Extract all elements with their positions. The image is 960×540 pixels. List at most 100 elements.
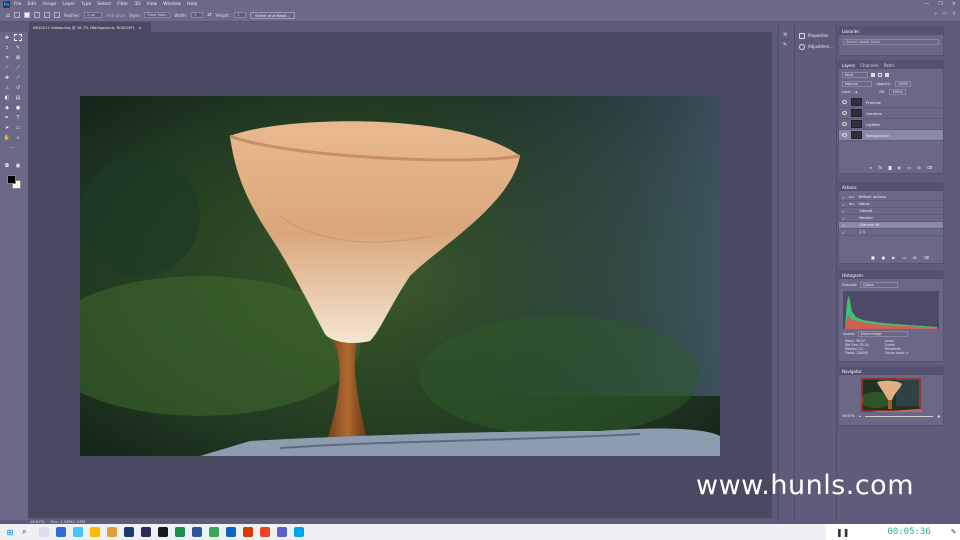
word-icon[interactable] [192, 527, 202, 537]
adjustment-layer-icon[interactable]: ◐ [898, 165, 902, 170]
menu-file[interactable]: File [14, 2, 22, 7]
record-icon[interactable]: ● [882, 255, 886, 260]
add-selection-icon[interactable] [33, 12, 40, 18]
swap-icon[interactable]: ⇄ [207, 12, 211, 18]
intersect-selection-icon[interactable] [53, 12, 60, 18]
workspace-icon[interactable]: ▭ [942, 11, 947, 17]
premiere-icon[interactable] [141, 527, 151, 537]
filter-pixel-icon[interactable] [871, 73, 875, 77]
menu-3d[interactable]: 3D [134, 2, 140, 7]
navigator-thumbnail[interactable] [861, 378, 921, 412]
check-icon[interactable]: ✓ [842, 209, 845, 214]
eyedropper-icon[interactable]: ⟋ [3, 64, 11, 71]
new-set-icon[interactable]: ▭ [902, 255, 906, 260]
files-icon[interactable] [107, 527, 117, 537]
blur-tool-icon[interactable]: ◆ [3, 104, 11, 111]
gradient-tool-icon[interactable]: ▤ [14, 94, 22, 101]
action-row[interactable]: ✓ 2 4 [839, 229, 943, 236]
select-and-mask-button[interactable]: Select and Mask... [250, 11, 295, 19]
group-icon[interactable]: ▭ [908, 165, 912, 170]
delete-layer-icon[interactable]: ⌫ [927, 165, 933, 170]
quick-mask-icon[interactable]: ◘ [3, 162, 11, 169]
eraser-icon[interactable]: ◧ [3, 94, 11, 101]
menu-edit[interactable]: Edit [28, 2, 37, 7]
document-image[interactable] [80, 96, 720, 456]
hand-tool-icon[interactable]: ✋ [3, 134, 11, 141]
pause-icon[interactable]: ❚❚ [836, 528, 849, 537]
store-icon[interactable] [73, 527, 83, 537]
channel-select[interactable]: Colors [860, 282, 899, 288]
libraries-search[interactable]: Search Adobe Stock [843, 39, 939, 45]
maximize-button[interactable]: ❐ [938, 1, 942, 7]
antialias-checkbox[interactable]: Anti-alias [106, 13, 125, 18]
zoom-slider[interactable] [864, 415, 934, 417]
lightroom-icon[interactable] [158, 527, 168, 537]
new-action-icon[interactable]: ⊞ [913, 255, 916, 260]
chrome-icon[interactable] [209, 527, 219, 537]
navigator-zoom[interactable]: 16.67% [842, 414, 855, 418]
fill-input[interactable]: 100% [889, 89, 906, 95]
check-icon[interactable]: ✓ [842, 230, 845, 235]
check-icon[interactable]: ✓ [842, 195, 845, 200]
more-tools-icon[interactable]: ⋯ [8, 144, 16, 151]
tab-paths[interactable]: Paths [884, 63, 895, 68]
pen-icon[interactable]: ✎ [951, 528, 957, 536]
layer-row[interactable]: Preview [839, 97, 943, 108]
firefox-icon[interactable] [260, 527, 270, 537]
tab-channels[interactable]: Channels [860, 63, 879, 68]
width-input[interactable]: 1 [191, 12, 204, 18]
link-layers-icon[interactable]: ∞ [869, 165, 872, 170]
menu-filter[interactable]: Filter [117, 2, 128, 7]
filter-type-icon[interactable] [885, 73, 889, 77]
style-select[interactable]: Fixed Ratio [144, 12, 171, 18]
zoom-tool-icon[interactable]: ⌕ [14, 134, 22, 141]
crop-tool-icon[interactable]: ⌗ [3, 54, 11, 61]
kind-filter[interactable]: Kind [842, 72, 868, 78]
delete-action-icon[interactable]: ⌫ [924, 255, 930, 260]
type-tool-icon[interactable]: T [14, 114, 22, 121]
marquee-tool-preset-icon[interactable] [13, 12, 20, 18]
height-input[interactable]: 1 [234, 12, 247, 18]
excel-icon[interactable] [175, 527, 185, 537]
zoom-level[interactable]: 16.67% [30, 519, 44, 524]
photoshop-taskbar-icon[interactable] [124, 527, 134, 537]
healing-brush-icon[interactable]: ✚ [3, 74, 11, 81]
fx-icon[interactable]: fx [878, 165, 882, 170]
foreground-color-swatch[interactable] [7, 175, 16, 184]
task-view-icon[interactable] [39, 527, 49, 537]
play-icon[interactable]: ▶ [892, 255, 895, 260]
home-icon[interactable]: ⌂ [6, 12, 10, 19]
action-row[interactable]: ✓ ▾▭ Vibrac [839, 201, 943, 208]
onedrive-icon[interactable] [294, 527, 304, 537]
adjustments-tab[interactable]: Adjustmen... [795, 41, 836, 52]
tab-layers[interactable]: Layers [842, 63, 855, 68]
filter-adjust-icon[interactable] [878, 73, 882, 77]
feather-input[interactable]: 0 px [84, 12, 103, 18]
pen-tool-icon[interactable]: ✒ [3, 114, 11, 121]
source-select[interactable]: Entire Image [858, 331, 909, 337]
eye-icon[interactable] [842, 122, 847, 126]
search-icon[interactable]: ⌕ [22, 527, 32, 537]
frame-tool-icon[interactable]: ⊠ [14, 54, 22, 61]
menu-window[interactable]: Window [163, 2, 181, 7]
app-icon[interactable] [226, 527, 236, 537]
check-icon[interactable]: ✓ [842, 223, 845, 228]
properties-tab[interactable]: Properties [795, 30, 836, 41]
subtract-selection-icon[interactable] [43, 12, 50, 18]
menu-help[interactable]: Help [187, 2, 197, 7]
zoom-out-icon[interactable]: ▴ [859, 414, 861, 418]
brush-tool-icon[interactable]: ⟋ [14, 74, 22, 81]
action-row[interactable]: ✓ ▸▭ Default Actions [839, 194, 943, 201]
windows-start-icon[interactable]: ⊞ [5, 527, 15, 537]
dodge-tool-icon[interactable]: ● [14, 104, 22, 111]
shape-tool-icon[interactable]: ▭ [14, 124, 22, 131]
close-tab-icon[interactable]: × [138, 25, 141, 30]
layer-row[interactable]: Gardens [839, 108, 943, 119]
clone-stamp-icon[interactable]: ⊥ [3, 84, 11, 91]
history-icon[interactable]: ⟲ [783, 32, 787, 38]
minimize-button[interactable]: — [924, 1, 929, 7]
close-button[interactable]: ✕ [952, 1, 956, 7]
add-mask-icon[interactable]: ◙ [888, 165, 892, 170]
new-layer-icon[interactable]: ⊞ [917, 165, 920, 170]
lock-icon[interactable]: 🔒︎ [855, 90, 857, 94]
